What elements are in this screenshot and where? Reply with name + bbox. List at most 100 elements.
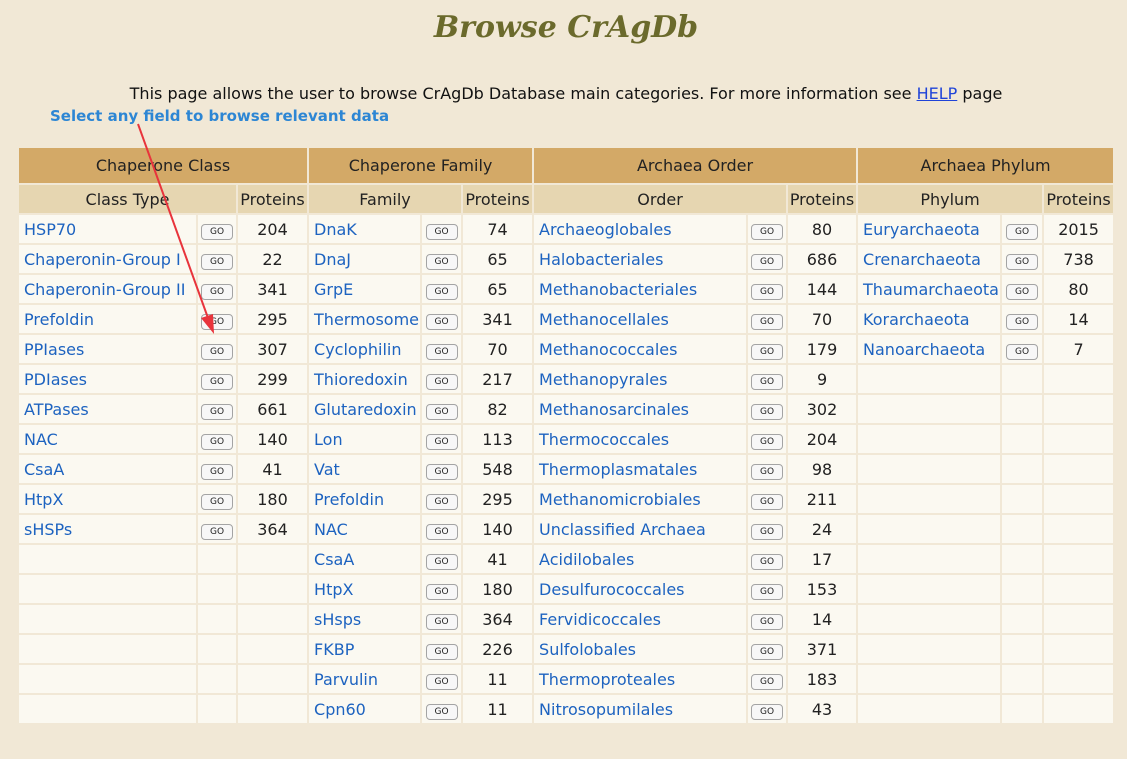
class-go-button[interactable]: GO (201, 283, 233, 300)
family-name-link[interactable]: DnaJ (307, 243, 423, 275)
order-go-button[interactable]: GO (751, 643, 784, 660)
order-name-link[interactable]: Methanopyrales (532, 363, 749, 395)
order-name-link[interactable]: Thermoplasmatales (532, 453, 749, 485)
family-go-button[interactable]: GO (425, 523, 458, 540)
class-go-button[interactable]: GO (201, 373, 233, 390)
family-go-button[interactable]: GO (425, 403, 458, 420)
order-go-button[interactable]: GO (751, 673, 784, 690)
class-go-button[interactable]: GO (201, 313, 233, 330)
class-go-button[interactable]: GO (201, 253, 233, 270)
order-go-button[interactable]: GO (751, 523, 784, 540)
order-name-link[interactable]: Acidilobales (532, 543, 749, 575)
class-name-link[interactable]: NAC (17, 423, 198, 455)
class-name-link[interactable]: HSP70 (17, 213, 198, 245)
order-go-button[interactable]: GO (751, 613, 784, 630)
order-name-link[interactable]: Methanobacteriales (532, 273, 749, 305)
class-name-link[interactable]: Chaperonin-Group I (17, 243, 198, 275)
phylum-name-link[interactable]: Crenarchaeota (856, 243, 1003, 275)
class-go-button[interactable]: GO (201, 523, 233, 540)
family-go-button[interactable]: GO (425, 703, 458, 720)
phylum-go-button[interactable]: GO (1006, 253, 1039, 270)
order-go-button[interactable]: GO (751, 253, 784, 270)
order-go-button[interactable]: GO (751, 403, 784, 420)
class-go-button[interactable]: GO (201, 463, 233, 480)
family-name-link[interactable]: CsaA (307, 543, 423, 575)
family-go-button[interactable]: GO (425, 493, 458, 510)
phylum-go-button[interactable]: GO (1006, 283, 1039, 300)
family-name-link[interactable]: Parvulin (307, 663, 423, 695)
family-go-button[interactable]: GO (425, 463, 458, 480)
class-go-button[interactable]: GO (201, 343, 233, 360)
family-go-button[interactable]: GO (425, 283, 458, 300)
family-name-link[interactable]: Cpn60 (307, 693, 423, 725)
family-name-link[interactable]: NAC (307, 513, 423, 545)
class-name-link[interactable]: Prefoldin (17, 303, 198, 335)
family-name-link[interactable]: Lon (307, 423, 423, 455)
family-name-link[interactable]: Vat (307, 453, 423, 485)
help-link[interactable]: HELP (917, 84, 958, 103)
order-name-link[interactable]: Unclassified Archaea (532, 513, 749, 545)
family-name-link[interactable]: HtpX (307, 573, 423, 605)
order-go-button[interactable]: GO (751, 373, 784, 390)
order-go-button[interactable]: GO (751, 433, 784, 450)
family-go-button[interactable]: GO (425, 613, 458, 630)
family-go-button[interactable]: GO (425, 343, 458, 360)
order-go-button[interactable]: GO (751, 553, 784, 570)
class-go-button[interactable]: GO (201, 403, 233, 420)
class-go-button[interactable]: GO (201, 493, 233, 510)
family-name-link[interactable]: sHsps (307, 603, 423, 635)
family-name-link[interactable]: Prefoldin (307, 483, 423, 515)
phylum-go-button[interactable]: GO (1006, 313, 1039, 330)
family-go-button[interactable]: GO (425, 643, 458, 660)
family-go-button[interactable]: GO (425, 223, 458, 240)
family-name-link[interactable]: FKBP (307, 633, 423, 665)
class-name-link[interactable]: CsaA (17, 453, 198, 485)
family-name-link[interactable]: Glutaredoxin (307, 393, 423, 425)
order-name-link[interactable]: Archaeoglobales (532, 213, 749, 245)
phylum-name-link[interactable]: Thaumarchaeota (856, 273, 1003, 305)
order-name-link[interactable]: Methanococcales (532, 333, 749, 365)
phylum-name-link[interactable]: Euryarchaeota (856, 213, 1003, 245)
family-go-button[interactable]: GO (425, 553, 458, 570)
family-name-link[interactable]: Thermosome (307, 303, 423, 335)
order-go-button[interactable]: GO (751, 313, 784, 330)
order-go-button[interactable]: GO (751, 283, 784, 300)
class-name-link[interactable]: sHSPs (17, 513, 198, 545)
order-name-link[interactable]: Methanocellales (532, 303, 749, 335)
phylum-go-button[interactable]: GO (1006, 343, 1039, 360)
family-go-button[interactable]: GO (425, 313, 458, 330)
family-name-link[interactable]: DnaK (307, 213, 423, 245)
order-go-button[interactable]: GO (751, 343, 784, 360)
family-go-button[interactable]: GO (425, 433, 458, 450)
family-go-button[interactable]: GO (425, 673, 458, 690)
order-name-link[interactable]: Halobacteriales (532, 243, 749, 275)
order-name-link[interactable]: Nitrosopumilales (532, 693, 749, 725)
class-go-button[interactable]: GO (201, 223, 233, 240)
phylum-name-link[interactable]: Nanoarchaeota (856, 333, 1003, 365)
order-go-button[interactable]: GO (751, 583, 784, 600)
class-name-link[interactable]: PPIases (17, 333, 198, 365)
order-go-button[interactable]: GO (751, 703, 784, 720)
family-name-link[interactable]: GrpE (307, 273, 423, 305)
order-name-link[interactable]: Methanomicrobiales (532, 483, 749, 515)
family-go-button[interactable]: GO (425, 253, 458, 270)
class-name-link[interactable]: Chaperonin-Group II (17, 273, 198, 305)
order-name-link[interactable]: Sulfolobales (532, 633, 749, 665)
family-name-link[interactable]: Cyclophilin (307, 333, 423, 365)
order-name-link[interactable]: Thermoproteales (532, 663, 749, 695)
order-name-link[interactable]: Thermococcales (532, 423, 749, 455)
order-go-button[interactable]: GO (751, 223, 784, 240)
class-name-link[interactable]: ATPases (17, 393, 198, 425)
family-go-button[interactable]: GO (425, 583, 458, 600)
order-go-button[interactable]: GO (751, 463, 784, 480)
order-go-button[interactable]: GO (751, 493, 784, 510)
order-name-link[interactable]: Fervidicoccales (532, 603, 749, 635)
order-name-link[interactable]: Desulfurococcales (532, 573, 749, 605)
phylum-name-link[interactable]: Korarchaeota (856, 303, 1003, 335)
class-name-link[interactable]: HtpX (17, 483, 198, 515)
order-name-link[interactable]: Methanosarcinales (532, 393, 749, 425)
phylum-go-button[interactable]: GO (1006, 223, 1039, 240)
family-name-link[interactable]: Thioredoxin (307, 363, 423, 395)
class-go-button[interactable]: GO (201, 433, 233, 450)
family-go-button[interactable]: GO (425, 373, 458, 390)
